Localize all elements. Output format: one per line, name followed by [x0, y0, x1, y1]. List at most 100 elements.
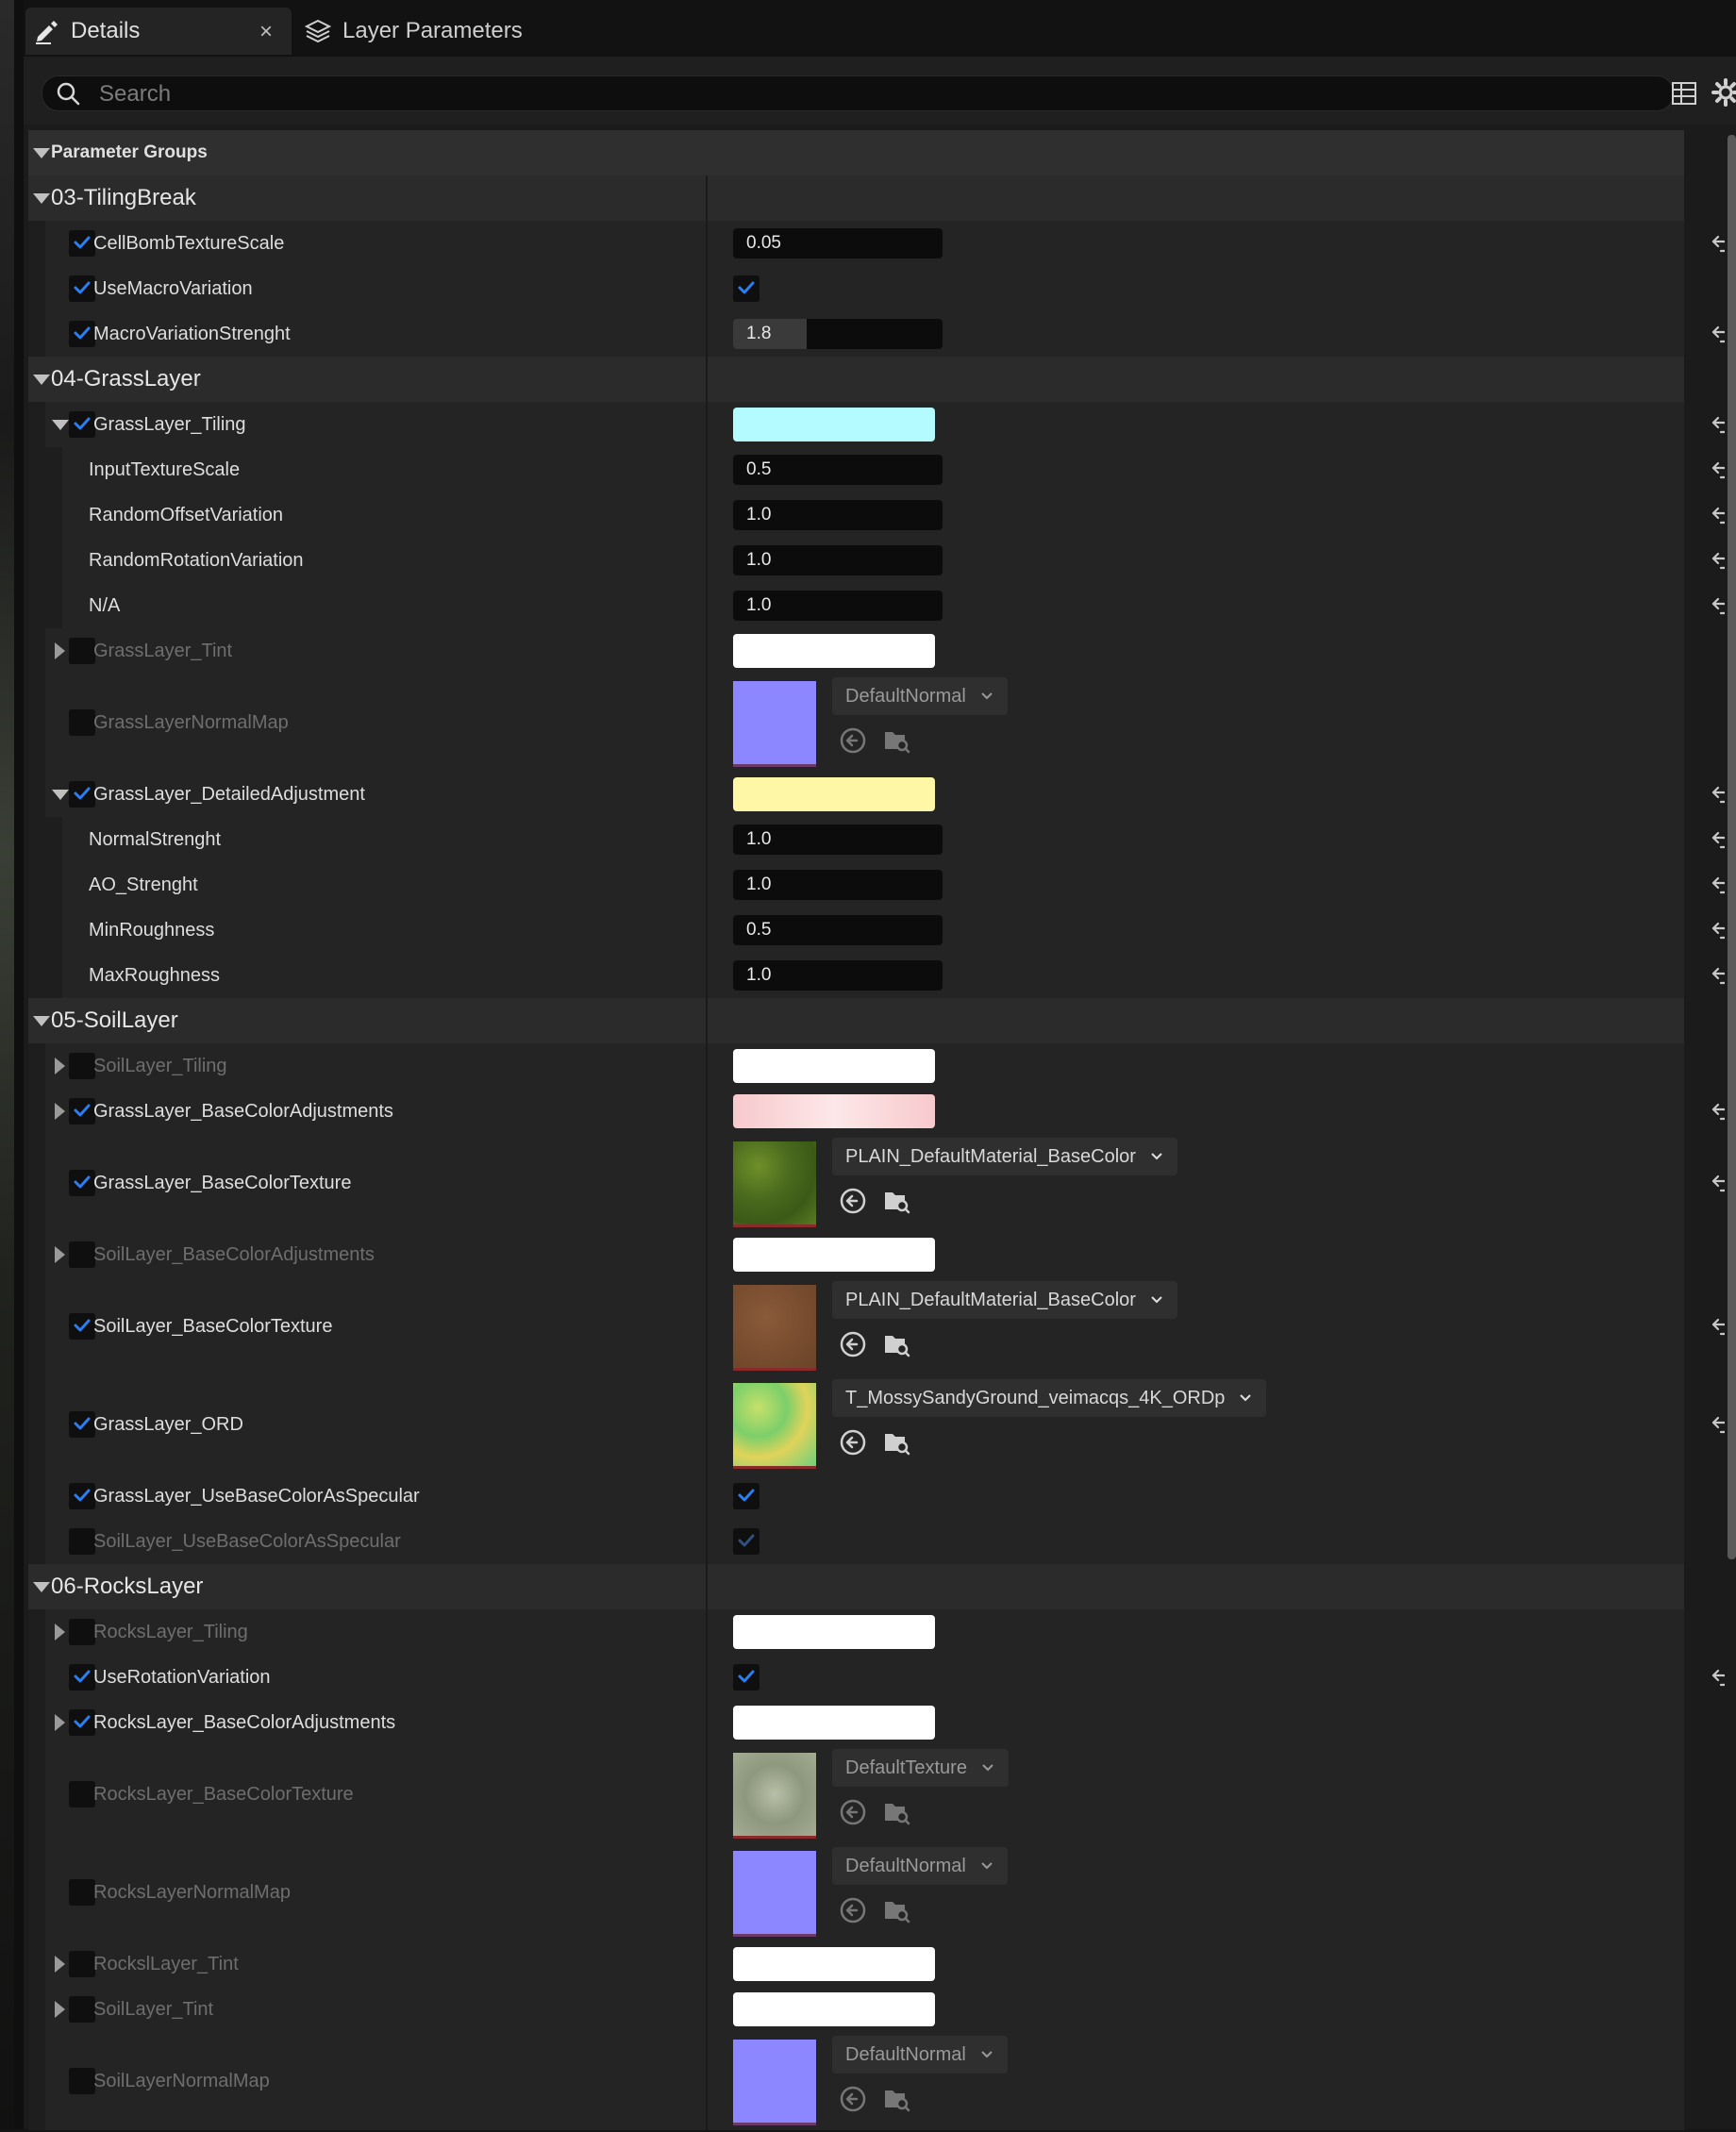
expand-arrow-icon[interactable] [55, 1246, 65, 1263]
bool-checkbox[interactable] [733, 275, 760, 302]
value-input[interactable]: 1.0 [733, 545, 943, 575]
override-checkbox[interactable] [69, 638, 95, 664]
asset-dropdown[interactable]: T_MossySandyGround_veimacqs_4K_ORDp [832, 1379, 1267, 1417]
override-checkbox[interactable] [69, 275, 95, 302]
collapse-arrow-icon[interactable] [33, 148, 50, 158]
override-checkbox[interactable] [69, 1951, 95, 1977]
browse-asset-icon[interactable] [882, 1330, 910, 1358]
collapse-arrow-icon[interactable] [52, 420, 69, 430]
value-input[interactable]: 0.5 [733, 455, 943, 485]
asset-dropdown[interactable]: DefaultNormal [832, 677, 1008, 715]
color-swatch[interactable] [733, 1049, 935, 1083]
expand-arrow-icon[interactable] [55, 1956, 65, 1973]
use-selected-asset-icon[interactable] [839, 2085, 867, 2113]
gear-icon[interactable] [1711, 77, 1736, 108]
override-checkbox[interactable] [69, 1879, 95, 1906]
collapse-arrow-icon[interactable] [33, 1016, 50, 1026]
asset-dropdown[interactable]: PLAIN_DefaultMaterial_BaseColor [832, 1138, 1177, 1175]
texture-thumbnail[interactable] [733, 1285, 816, 1371]
use-selected-asset-icon[interactable] [839, 726, 867, 755]
override-checkbox[interactable] [69, 230, 95, 257]
texture-thumbnail[interactable] [733, 1383, 816, 1469]
browse-asset-icon[interactable] [882, 1798, 910, 1826]
browse-asset-icon[interactable] [882, 726, 910, 755]
asset-dropdown[interactable]: DefaultNormal [832, 1847, 1008, 1885]
override-checkbox[interactable] [69, 1053, 95, 1079]
override-checkbox[interactable] [69, 1098, 95, 1124]
override-checkbox[interactable] [69, 1313, 95, 1340]
collapse-arrow-icon[interactable] [33, 375, 50, 385]
override-checkbox[interactable] [69, 1528, 95, 1555]
override-checkbox[interactable] [69, 1483, 95, 1509]
value-input[interactable]: 1.0 [733, 960, 943, 991]
color-swatch[interactable] [733, 1992, 935, 2026]
expand-arrow-icon[interactable] [55, 1058, 65, 1074]
color-swatch[interactable] [733, 1947, 935, 1981]
browse-asset-icon[interactable] [882, 1187, 910, 1215]
parameter-groups-header[interactable]: Parameter Groups [28, 130, 1684, 177]
group-header[interactable]: 05-SoilLayer [28, 998, 1686, 1045]
override-checkbox[interactable] [69, 781, 95, 808]
texture-thumbnail[interactable] [733, 2040, 816, 2125]
override-checkbox[interactable] [69, 1781, 95, 1807]
override-checkbox[interactable] [69, 411, 95, 438]
group-header[interactable]: 04-GrassLayer [28, 357, 1686, 404]
search-box[interactable] [42, 75, 1674, 112]
scrollbar-thumb[interactable] [1728, 135, 1736, 1559]
table-view-icon[interactable] [1670, 79, 1698, 108]
texture-thumbnail[interactable] [733, 1753, 816, 1839]
override-checkbox[interactable] [69, 2068, 95, 2094]
expand-arrow-icon[interactable] [55, 1624, 65, 1641]
texture-thumbnail[interactable] [733, 1851, 816, 1937]
override-checkbox[interactable] [69, 709, 95, 736]
color-swatch[interactable] [733, 1615, 935, 1649]
collapse-arrow-icon[interactable] [33, 193, 50, 204]
override-checkbox[interactable] [69, 1664, 95, 1691]
expand-arrow-icon[interactable] [55, 1714, 65, 1731]
group-header[interactable]: 03-TilingBreak [28, 175, 1686, 223]
use-selected-asset-icon[interactable] [839, 1187, 867, 1215]
asset-dropdown[interactable]: PLAIN_DefaultMaterial_BaseColor [832, 1281, 1177, 1319]
value-input[interactable]: 1.0 [733, 824, 943, 855]
use-selected-asset-icon[interactable] [839, 1428, 867, 1457]
expand-arrow-icon[interactable] [55, 2001, 65, 2018]
bool-checkbox[interactable] [733, 1528, 760, 1555]
color-swatch[interactable] [733, 1094, 935, 1128]
bool-checkbox[interactable] [733, 1483, 760, 1509]
value-input[interactable]: 1.0 [733, 870, 943, 900]
asset-dropdown[interactable]: DefaultTexture [832, 1749, 1009, 1787]
expand-arrow-icon[interactable] [55, 642, 65, 659]
search-input[interactable] [97, 76, 1611, 112]
collapse-arrow-icon[interactable] [52, 790, 69, 800]
color-swatch[interactable] [733, 634, 935, 668]
value-input[interactable]: 1.0 [733, 500, 943, 530]
asset-dropdown[interactable]: DefaultNormal [832, 2036, 1008, 2074]
browse-asset-icon[interactable] [882, 1428, 910, 1457]
tab-layer-parameters[interactable]: Layer Parameters [297, 8, 542, 55]
close-icon[interactable]: × [259, 19, 273, 45]
override-checkbox[interactable] [69, 1709, 95, 1736]
value-input[interactable]: 0.5 [733, 915, 943, 945]
use-selected-asset-icon[interactable] [839, 1896, 867, 1924]
override-checkbox[interactable] [69, 1996, 95, 2023]
override-checkbox[interactable] [69, 321, 95, 347]
color-swatch[interactable] [733, 408, 935, 441]
bool-checkbox[interactable] [733, 1664, 760, 1691]
use-selected-asset-icon[interactable] [839, 1798, 867, 1826]
color-swatch[interactable] [733, 1238, 935, 1272]
override-checkbox[interactable] [69, 1170, 95, 1196]
collapse-arrow-icon[interactable] [33, 1582, 50, 1592]
value-input[interactable]: 1.8 [733, 319, 943, 349]
value-input[interactable]: 1.0 [733, 591, 943, 621]
tab-details[interactable]: Details × [25, 8, 292, 55]
texture-thumbnail[interactable] [733, 1141, 816, 1227]
override-checkbox[interactable] [69, 1619, 95, 1645]
expand-arrow-icon[interactable] [55, 1103, 65, 1120]
group-header[interactable]: 06-RocksLayer [28, 1564, 1686, 1611]
use-selected-asset-icon[interactable] [839, 1330, 867, 1358]
color-swatch[interactable] [733, 1706, 935, 1740]
color-swatch[interactable] [733, 777, 935, 811]
value-input[interactable]: 0.05 [733, 228, 943, 258]
override-checkbox[interactable] [69, 1411, 95, 1438]
override-checkbox[interactable] [69, 1241, 95, 1268]
